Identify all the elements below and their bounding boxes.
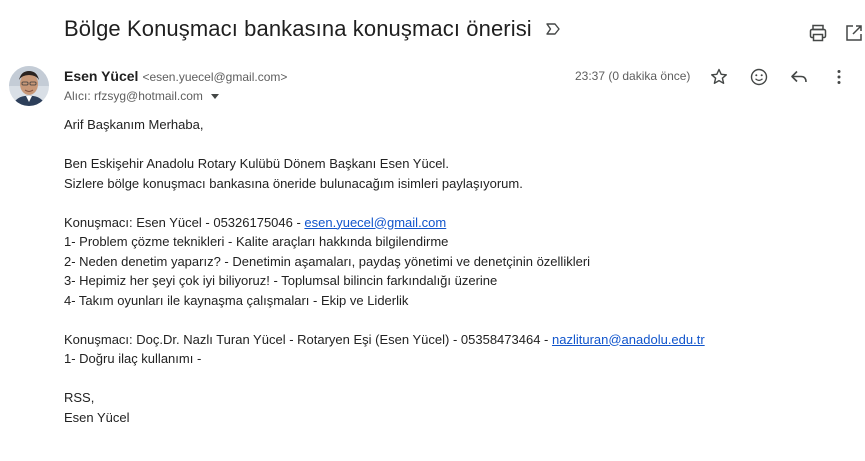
message-actions (708, 66, 850, 88)
speaker-line: Konuşmacı: Doç.Dr. Nazlı Turan Yücel - R… (64, 330, 844, 350)
recipient-text: Alıcı: rfzsyg@hotmail.com (64, 89, 203, 103)
email-timestamp: 23:37 (0 dakika önce) (575, 69, 691, 83)
open-in-new-icon[interactable] (843, 22, 865, 44)
caret-down-icon[interactable] (209, 90, 221, 102)
sender-line: Esen Yücel <esen.yuecel@gmail.com> (64, 68, 287, 84)
speaker-email-link[interactable]: esen.yuecel@gmail.com (304, 215, 446, 230)
label-outline-icon[interactable] (544, 20, 562, 38)
emoji-reaction-icon[interactable] (748, 66, 770, 88)
reply-icon[interactable] (788, 66, 810, 88)
topic-item: 2- Neden denetim yaparız? - Denetimin aş… (64, 253, 591, 269)
recipient-line: Alıcı: rfzsyg@hotmail.com (64, 89, 221, 103)
thread-actions (807, 22, 865, 44)
topic-item: 1- Problem çözme teknikleri - Kalite ara… (64, 234, 449, 249)
subject-row: Bölge Konuşmacı bankasına konuşmacı öner… (64, 16, 562, 42)
signature: Esen Yücel (64, 409, 130, 425)
print-icon[interactable] (807, 22, 829, 44)
speaker-info: Konuşmacı: Doç.Dr. Nazlı Turan Yücel - R… (64, 331, 552, 347)
topic-item: 1- Doğru ilaç kullanımı - (64, 351, 202, 366)
sender-name[interactable]: Esen Yücel (64, 68, 138, 84)
greeting: Arif Başkanım Merhaba, (64, 117, 204, 132)
speaker-info: Konuşmacı: Esen Yücel - 05326175046 - (64, 214, 305, 230)
avatar[interactable] (9, 66, 49, 106)
intro-line: Ben Eskişehir Anadolu Rotary Kulübü Döne… (64, 156, 449, 171)
speaker-line: Konuşmacı: Esen Yücel - 05326175046 - es… (64, 213, 844, 233)
intro-line: Sizlere bölge konuşmacı bankasına önerid… (64, 175, 523, 191)
closing: RSS, (64, 390, 95, 405)
more-vertical-icon[interactable] (828, 66, 850, 88)
email-subject: Bölge Konuşmacı bankasına konuşmacı öner… (64, 16, 532, 41)
topic-item: 4- Takım oyunları ile kaynaşma çalışmala… (64, 292, 409, 308)
speaker-email-link[interactable]: nazlituran@anadolu.edu.tr (552, 332, 705, 347)
email-view: Bölge Konuşmacı bankasına konuşmacı öner… (0, 0, 865, 461)
sender-email: <esen.yuecel@gmail.com> (142, 70, 288, 84)
star-outline-icon[interactable] (708, 66, 730, 88)
email-body: Arif Başkanım Merhaba, Ben Eskişehir Ana… (64, 115, 844, 427)
topic-item: 3- Hepimiz her şeyi çok iyi biliyoruz! -… (64, 273, 498, 288)
